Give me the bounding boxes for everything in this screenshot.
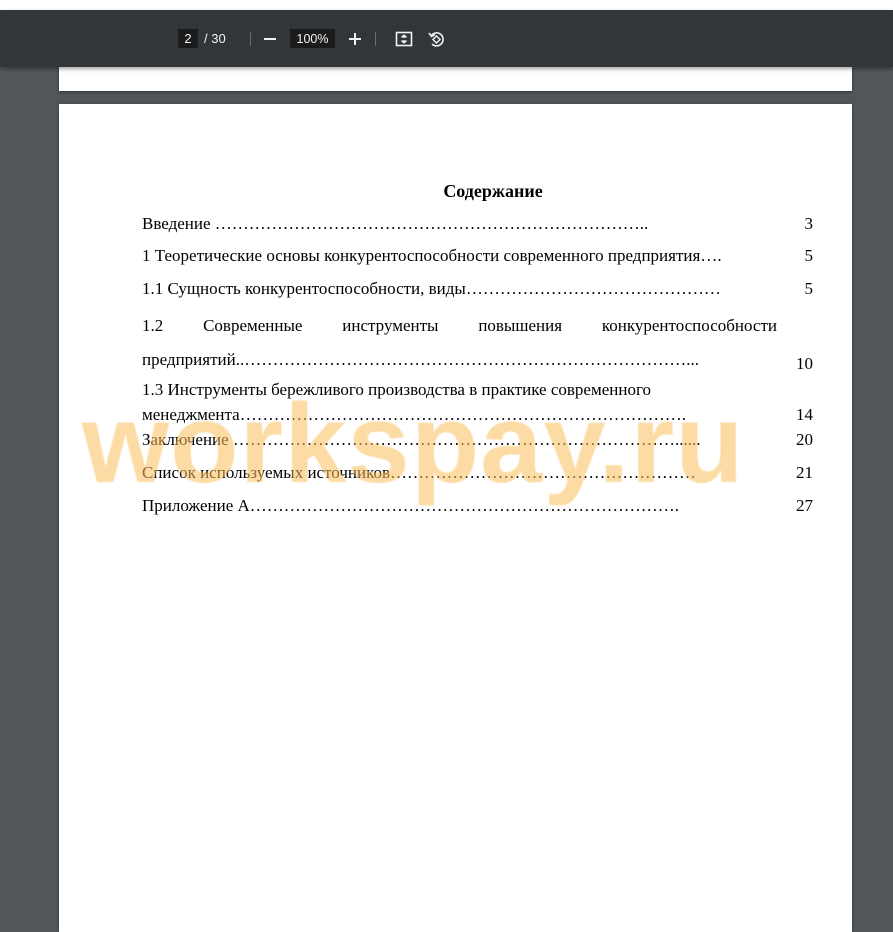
zoom-out-button[interactable] [258,27,282,51]
toolbar-divider [375,32,376,46]
page-number-input[interactable] [178,29,198,48]
toc-entry-conclusion: Заключение ……………………………………………………………………...… [142,430,701,449]
minus-icon [264,38,276,40]
toc-word: инструменты [342,316,439,335]
toc-page-number: 5 [804,246,814,265]
toc-entry-appendix-a: Приложение А…………………………………………………………………. [142,496,680,515]
rotate-button[interactable] [424,27,448,51]
plus-icon [349,33,361,45]
toc-entry-section-1-3-line1: 1.3 Инструменты бережливого производства… [142,380,651,399]
toc-entry-section-1-1: 1.1 Сущность конкурентоспособности, виды… [142,279,721,298]
toc-word: конкурентоспособности [601,316,777,335]
rotate-icon [428,32,444,47]
toc-entry-introduction: Введение ………………………………………………………………….. [142,214,649,233]
page-total-label: / 30 [204,31,226,46]
toc-entry-section-1-2-line2: предприятий..…………………………………………………………………….… [142,350,699,369]
toc-page-number: 5 [804,279,814,298]
fit-to-page-button[interactable] [392,27,416,51]
fit-to-page-icon [395,31,413,47]
toc-entry-references: Список используемых источников…………………………… [142,463,697,482]
toc-entry-section-1-3-line2: менеджмента……………………………………………………………………. [142,405,686,424]
toc-word: Современные [203,316,303,335]
toc-page-number: 27 [796,496,813,515]
pdf-toolbar: / 30 100% [0,10,893,67]
toc-page-number: 14 [796,405,813,424]
toc-entry-section-1-2-line1: 1.2 Современные инструменты повышения ко… [142,316,777,336]
toc-page-number: 3 [804,214,814,233]
toc-page-number: 21 [796,463,813,482]
toc-page-number: 10 [796,354,813,373]
toc-word: повышения [478,316,563,335]
toc-entry-chapter-1: 1 Теоретические основы конкурентоспособн… [142,246,722,265]
zoom-level-input[interactable]: 100% [290,29,335,48]
toc-page-number: 20 [796,430,813,449]
toc-title: Содержание [443,181,543,201]
toolbar-divider [250,32,251,46]
document-page: Содержание Введение ……………………………………………………… [59,104,852,932]
toc-word: 1.2 [142,316,164,335]
zoom-in-button[interactable] [343,27,367,51]
